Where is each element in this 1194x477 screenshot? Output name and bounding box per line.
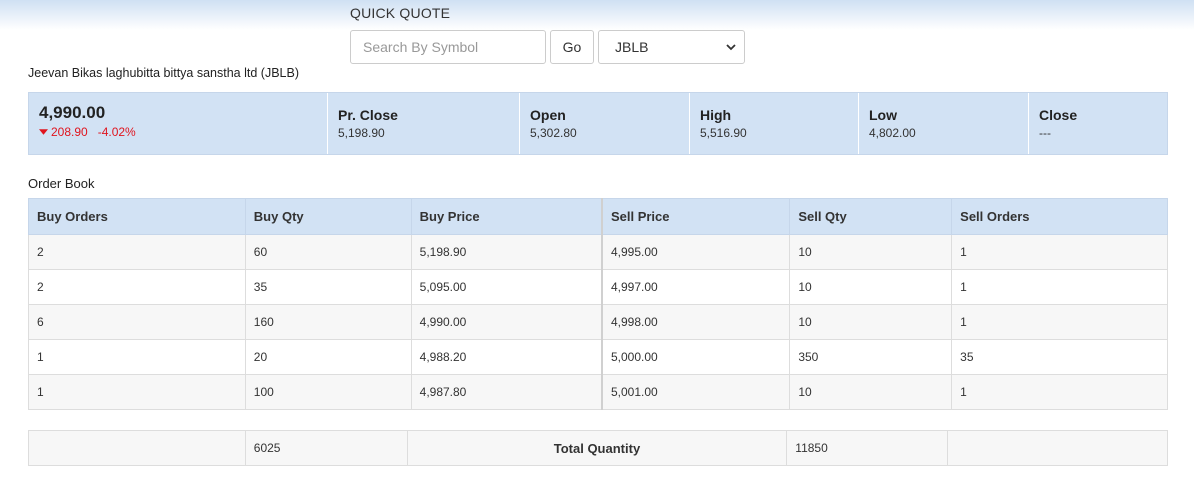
- sell-qty-cell: 10: [789, 269, 953, 305]
- total-quantity-label: Total Quantity: [406, 430, 788, 466]
- pr-close-cell: Pr. Close 5,198.90: [328, 93, 520, 154]
- price-change: 208.90 -4.02%: [39, 125, 327, 139]
- high-label: High: [700, 107, 732, 123]
- close-value: ---: [1039, 126, 1051, 140]
- buy-price-cell: 4,990.00: [410, 304, 603, 340]
- sell-orders-cell: 1: [951, 374, 1168, 410]
- chevron-down-icon: [726, 44, 736, 51]
- table-row: 2 60 5,198.90 4,995.00 10 1: [28, 234, 1168, 270]
- open-label: Open: [530, 107, 566, 123]
- buy-orders-cell: 1: [28, 374, 246, 410]
- table-row: 2 35 5,095.00 4,997.00 10 1: [28, 269, 1168, 305]
- last-traded-price: 4,990.00: [39, 103, 106, 122]
- buy-price-cell: 4,987.80: [410, 374, 603, 410]
- close-label: Close: [1039, 107, 1078, 123]
- high-cell: High 5,516.90: [690, 93, 859, 154]
- change-value: 208.90: [51, 125, 88, 139]
- total-empty-cell: [947, 430, 1168, 466]
- caret-down-icon: [39, 129, 48, 135]
- quote-summary-bar: 4,990.00 208.90 -4.02% Pr. Close 5,198.9…: [28, 92, 1168, 155]
- buy-qty-cell: 100: [244, 374, 412, 410]
- buy-qty-cell: 160: [244, 304, 412, 340]
- buy-orders-cell: 6: [28, 304, 246, 340]
- buy-qty-cell: 35: [244, 269, 412, 305]
- col-header: Buy Price: [410, 198, 603, 235]
- sell-qty-cell: 10: [789, 374, 953, 410]
- col-header: Sell Orders: [951, 198, 1168, 235]
- pr-close-value: 5,198.90: [338, 126, 385, 140]
- order-book-header-row: Buy Orders Buy Qty Buy Price Sell Price …: [28, 198, 1168, 235]
- buy-qty-cell: 20: [244, 339, 412, 375]
- buy-qty-cell: 60: [244, 234, 412, 270]
- total-empty-cell: [28, 430, 246, 466]
- high-value: 5,516.90: [700, 126, 747, 140]
- buy-price-cell: 5,198.90: [410, 234, 603, 270]
- ltp-cell: 4,990.00 208.90 -4.02%: [29, 93, 328, 154]
- open-value: 5,302.80: [530, 126, 577, 140]
- sell-qty-cell: 350: [789, 339, 953, 375]
- go-button[interactable]: Go: [550, 30, 594, 64]
- sell-orders-cell: 1: [951, 234, 1168, 270]
- buy-price-cell: 5,095.00: [410, 269, 603, 305]
- table-row: 1 100 4,987.80 5,001.00 10 1: [28, 374, 1168, 410]
- sell-orders-cell: 1: [951, 269, 1168, 305]
- quick-quote-title: QUICK QUOTE: [350, 5, 451, 21]
- total-row: 6025 Total Quantity 11850: [28, 430, 1168, 466]
- close-cell: Close ---: [1029, 93, 1167, 154]
- total-quantity-table: 6025 Total Quantity 11850: [28, 430, 1168, 466]
- buy-orders-cell: 2: [28, 234, 246, 270]
- col-header: Sell Price: [600, 198, 791, 235]
- order-book-title: Order Book: [28, 176, 95, 191]
- sell-price-cell: 5,000.00: [600, 339, 791, 375]
- col-header: Buy Qty: [244, 198, 412, 235]
- sell-price-cell: 4,995.00: [600, 234, 791, 270]
- symbol-search-input[interactable]: [350, 30, 546, 64]
- buy-orders-cell: 2: [28, 269, 246, 305]
- total-sell-qty: 11850: [786, 430, 949, 466]
- table-row: 1 20 4,988.20 5,000.00 350 35: [28, 339, 1168, 375]
- col-header: Buy Orders: [28, 198, 246, 235]
- total-buy-qty: 6025: [244, 430, 408, 466]
- symbol-select[interactable]: JBLB: [598, 30, 745, 64]
- sell-qty-cell: 10: [789, 234, 953, 270]
- order-book-table: Buy Orders Buy Qty Buy Price Sell Price …: [28, 198, 1168, 410]
- company-name: Jeevan Bikas laghubitta bittya sanstha l…: [28, 66, 299, 80]
- open-cell: Open 5,302.80: [520, 93, 690, 154]
- col-header: Sell Qty: [789, 198, 953, 235]
- low-value: 4,802.00: [869, 126, 916, 140]
- sell-qty-cell: 10: [789, 304, 953, 340]
- symbol-select-value: JBLB: [615, 39, 649, 55]
- sell-price-cell: 5,001.00: [600, 374, 791, 410]
- table-row: 6 160 4,990.00 4,998.00 10 1: [28, 304, 1168, 340]
- change-percent: -4.02%: [97, 125, 136, 139]
- buy-orders-cell: 1: [28, 339, 246, 375]
- low-label: Low: [869, 107, 897, 123]
- pr-close-label: Pr. Close: [338, 107, 398, 123]
- top-gradient-band: [0, 0, 1194, 30]
- buy-price-cell: 4,988.20: [410, 339, 603, 375]
- sell-orders-cell: 1: [951, 304, 1168, 340]
- low-cell: Low 4,802.00: [859, 93, 1029, 154]
- sell-price-cell: 4,997.00: [600, 269, 791, 305]
- sell-orders-cell: 35: [951, 339, 1168, 375]
- sell-price-cell: 4,998.00: [600, 304, 791, 340]
